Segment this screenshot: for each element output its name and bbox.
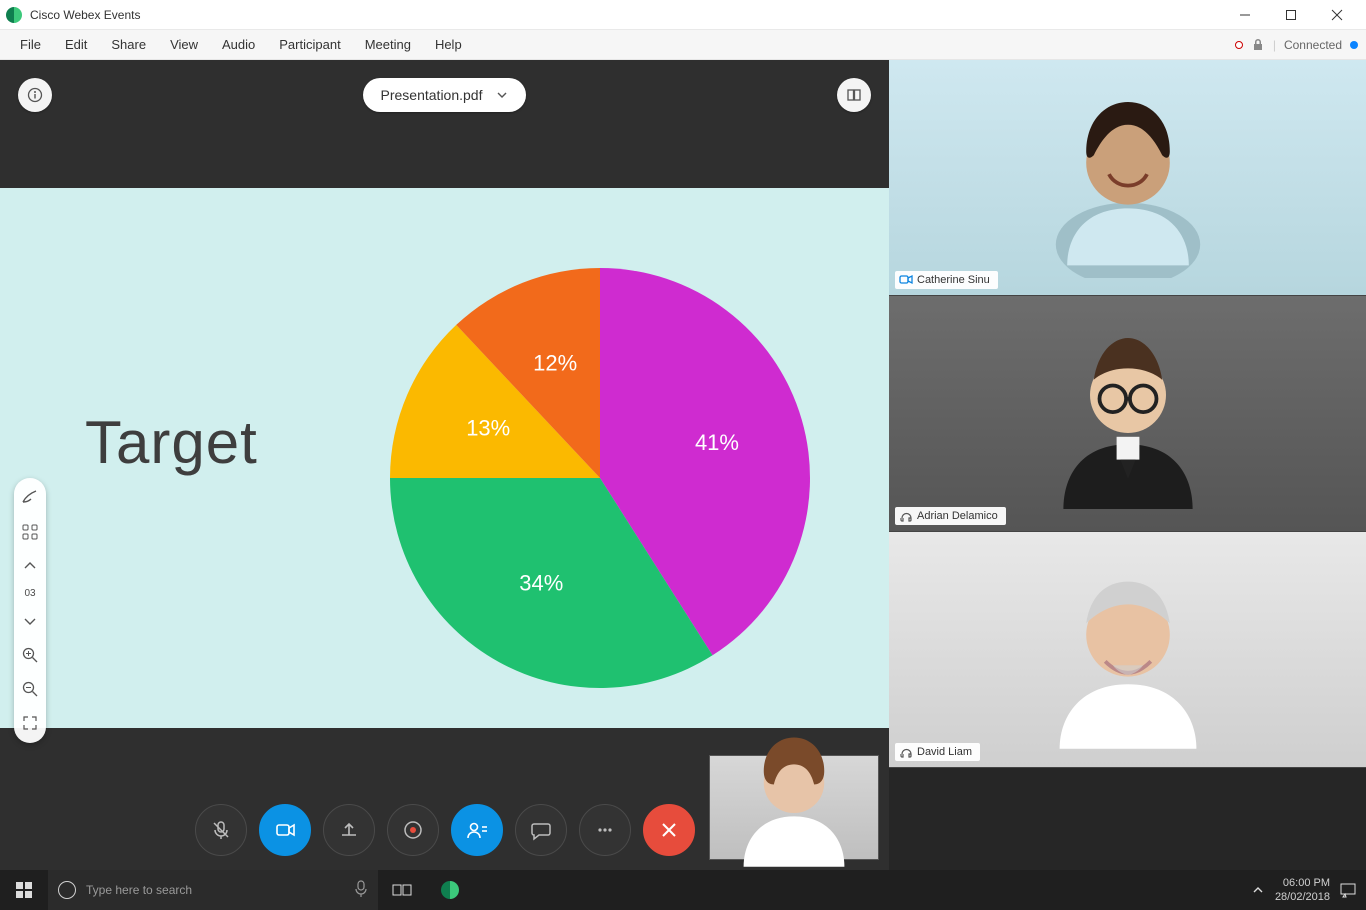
record-button[interactable] — [387, 804, 439, 856]
stage: Presentation.pdf Target 41% 34% 13% 12% — [0, 60, 889, 870]
start-button[interactable] — [0, 870, 48, 910]
shared-file-selector[interactable]: Presentation.pdf — [363, 78, 527, 112]
clock-date: 28/02/2018 — [1275, 890, 1330, 904]
menu-meeting[interactable]: Meeting — [353, 30, 423, 60]
content-area: Presentation.pdf Target 41% 34% 13% 12% — [0, 60, 1366, 870]
annotate-button[interactable] — [18, 486, 42, 510]
participant-name-tag: Catherine Sinu — [895, 271, 998, 289]
pie-chart: 41% 34% 13% 12% — [370, 248, 830, 708]
search-placeholder: Type here to search — [86, 883, 192, 897]
svg-text:34%: 34% — [519, 571, 563, 596]
info-button[interactable] — [18, 78, 52, 112]
layout-button[interactable] — [837, 78, 871, 112]
participant-name: David Liam — [917, 746, 972, 758]
page-number: 03 — [24, 588, 35, 599]
taskbar-search[interactable]: Type here to search — [48, 870, 378, 910]
participant-name-tag: David Liam — [895, 743, 980, 761]
menu-participant[interactable]: Participant — [267, 30, 352, 60]
call-controls — [0, 790, 889, 870]
record-indicator-icon — [1235, 41, 1243, 49]
fullscreen-button[interactable] — [18, 711, 42, 735]
headset-icon — [899, 509, 913, 523]
action-center-icon[interactable] — [1340, 882, 1356, 898]
svg-text:13%: 13% — [466, 415, 510, 440]
menu-audio[interactable]: Audio — [210, 30, 267, 60]
camera-button[interactable] — [259, 804, 311, 856]
app-icon — [6, 7, 22, 23]
more-options-button[interactable] — [579, 804, 631, 856]
windows-taskbar: Type here to search 06:00 PM 28/02/2018 — [0, 870, 1366, 910]
taskbar-app-webex[interactable] — [426, 870, 474, 910]
tray-up-icon[interactable] — [1251, 883, 1265, 897]
microphone-icon[interactable] — [354, 880, 368, 901]
menu-bar: File Edit Share View Audio Participant M… — [0, 30, 1366, 60]
menu-share[interactable]: Share — [99, 30, 158, 60]
system-clock[interactable]: 06:00 PM 28/02/2018 — [1275, 876, 1330, 904]
cortana-icon — [58, 881, 76, 899]
video-tile[interactable]: Catherine Sinu — [889, 60, 1366, 296]
zoom-in-button[interactable] — [18, 643, 42, 667]
task-view-button[interactable] — [378, 870, 426, 910]
menu-help[interactable]: Help — [423, 30, 474, 60]
participant-name: Adrian Delamico — [917, 510, 998, 522]
lock-icon — [1251, 38, 1265, 52]
status-dot-icon — [1350, 41, 1358, 49]
headset-icon — [899, 745, 913, 759]
menu-file[interactable]: File — [8, 30, 53, 60]
participant-name: Catherine Sinu — [917, 274, 990, 286]
zoom-out-button[interactable] — [18, 677, 42, 701]
prev-page-button[interactable] — [18, 554, 42, 578]
svg-text:12%: 12% — [533, 351, 577, 376]
svg-text:41%: 41% — [695, 430, 739, 455]
chevron-down-icon — [496, 89, 508, 101]
presentation-slide: Target 41% 34% 13% 12% 03 — [0, 188, 889, 728]
shared-file-name: Presentation.pdf — [381, 87, 483, 103]
slide-title: Target — [85, 408, 258, 477]
participants-button[interactable] — [451, 804, 503, 856]
avatar-icon — [1033, 314, 1223, 514]
participant-name-tag: Adrian Delamico — [895, 507, 1006, 525]
slide-toolbar: 03 — [14, 478, 46, 743]
video-tile[interactable]: Adrian Delamico — [889, 296, 1366, 532]
title-bar: Cisco Webex Events — [0, 0, 1366, 30]
close-button[interactable] — [1314, 0, 1360, 30]
end-call-button[interactable] — [643, 804, 695, 856]
next-page-button[interactable] — [18, 609, 42, 633]
clock-time: 06:00 PM — [1275, 876, 1330, 890]
avatar-icon — [1033, 550, 1223, 750]
video-tile[interactable]: David Liam — [889, 532, 1366, 768]
thumbnails-button[interactable] — [18, 520, 42, 544]
menu-view[interactable]: View — [158, 30, 210, 60]
mute-button[interactable] — [195, 804, 247, 856]
menu-edit[interactable]: Edit — [53, 30, 99, 60]
minimize-button[interactable] — [1222, 0, 1268, 30]
avatar-icon — [1033, 78, 1223, 278]
camera-badge-icon — [899, 273, 913, 287]
maximize-button[interactable] — [1268, 0, 1314, 30]
share-button[interactable] — [323, 804, 375, 856]
connection-status: Connected — [1284, 38, 1342, 52]
window-title: Cisco Webex Events — [30, 8, 141, 22]
video-panel: Catherine Sinu Adrian Delamico — [889, 60, 1366, 870]
chat-button[interactable] — [515, 804, 567, 856]
